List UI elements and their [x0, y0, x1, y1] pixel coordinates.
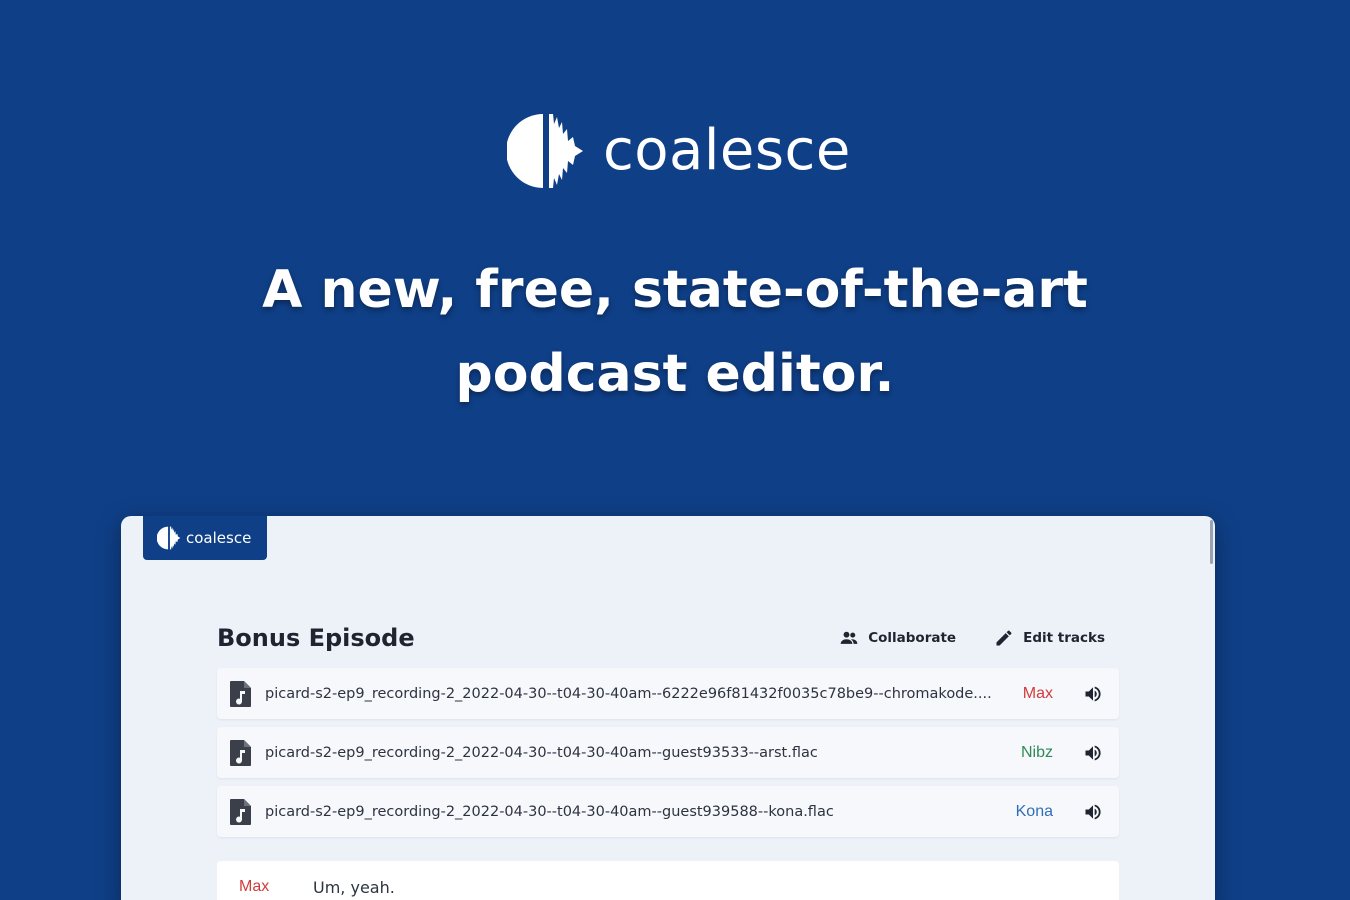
- collaborate-button[interactable]: Collaborate: [839, 628, 956, 648]
- transcript-panel[interactable]: Max Um, yeah.: [217, 861, 1119, 900]
- volume-icon[interactable]: [1083, 743, 1103, 763]
- app-window: coalesce Bonus Episode Collaborate Edit …: [121, 516, 1215, 900]
- audio-file-icon: [230, 680, 251, 707]
- app-logo[interactable]: coalesce: [143, 516, 267, 560]
- app-brand-name: coalesce: [186, 529, 252, 547]
- track-row[interactable]: picard-s2-ep9_recording-2_2022-04-30--t0…: [217, 668, 1119, 719]
- transcript-text[interactable]: Um, yeah.: [313, 878, 395, 900]
- pencil-icon: [996, 630, 1012, 646]
- coalesce-logo-icon: [157, 526, 181, 550]
- coalesce-logo-icon: [507, 114, 583, 188]
- episode-header: Bonus Episode Collaborate Edit tracks: [217, 624, 1119, 652]
- track-filename: picard-s2-ep9_recording-2_2022-04-30--t0…: [265, 744, 818, 761]
- scrollbar[interactable]: [1210, 520, 1213, 564]
- headline-line-2: podcast editor.: [455, 344, 895, 404]
- track-filename: picard-s2-ep9_recording-2_2022-04-30--t0…: [265, 803, 834, 820]
- headline-line-1: A new, free, state-of-the-art: [262, 260, 1088, 320]
- track-filename: picard-s2-ep9_recording-2_2022-04-30--t0…: [265, 685, 992, 702]
- hero-logo: coalesce: [507, 112, 851, 190]
- track-speaker: Nibz: [1020, 743, 1053, 761]
- headline: A new, free, state-of-the-art podcast ed…: [0, 248, 1350, 416]
- volume-icon[interactable]: [1083, 802, 1103, 822]
- audio-file-icon: [230, 739, 251, 766]
- volume-icon[interactable]: [1083, 684, 1103, 704]
- edit-tracks-button[interactable]: Edit tracks: [994, 628, 1105, 648]
- track-speaker: Kona: [1015, 802, 1053, 820]
- hero-brand-name: coalesce: [603, 118, 851, 183]
- track-speaker: Max: [1022, 684, 1053, 702]
- transcript-speaker: Max: [239, 878, 270, 895]
- track-row[interactable]: picard-s2-ep9_recording-2_2022-04-30--t0…: [217, 727, 1119, 778]
- audio-file-icon: [230, 798, 251, 825]
- episode-title: Bonus Episode: [217, 624, 415, 652]
- track-list: picard-s2-ep9_recording-2_2022-04-30--t0…: [217, 668, 1119, 845]
- collaborate-label: Collaborate: [868, 630, 957, 646]
- track-row[interactable]: picard-s2-ep9_recording-2_2022-04-30--t0…: [217, 786, 1119, 837]
- people-icon: [840, 631, 858, 644]
- edit-tracks-label: Edit tracks: [1023, 630, 1105, 646]
